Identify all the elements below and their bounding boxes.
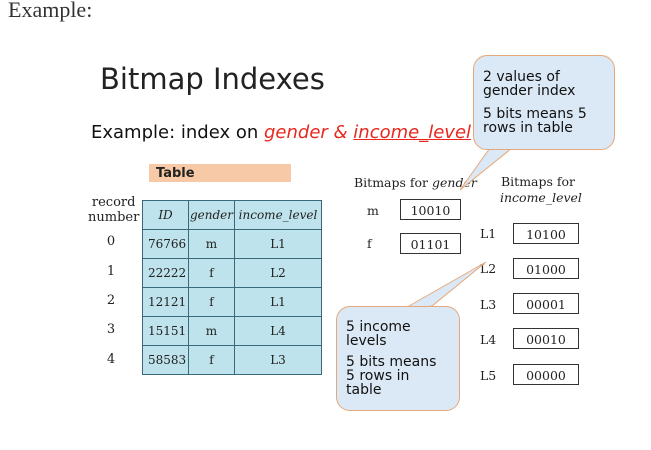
top-callout-pointer: [459, 147, 514, 191]
callout-line: 5 bits means 5: [483, 106, 587, 122]
income-callout: 5 income levels 5 bits means 5 rows in t…: [336, 306, 460, 411]
callout-line: 5 bits means: [346, 354, 437, 370]
callout-line: table: [346, 382, 382, 398]
gender-callout: 2 values of gender index 5 bits means 5 …: [473, 55, 615, 150]
callout-line: gender index: [483, 83, 576, 99]
callout-line: 5 rows in: [346, 368, 410, 384]
callout-line: rows in table: [483, 120, 573, 136]
callout-line: 2 values of: [483, 69, 560, 85]
callout-line: levels: [346, 333, 387, 349]
callout-line: 5 income: [346, 319, 411, 335]
bottom-callout-pointer: [401, 261, 487, 311]
